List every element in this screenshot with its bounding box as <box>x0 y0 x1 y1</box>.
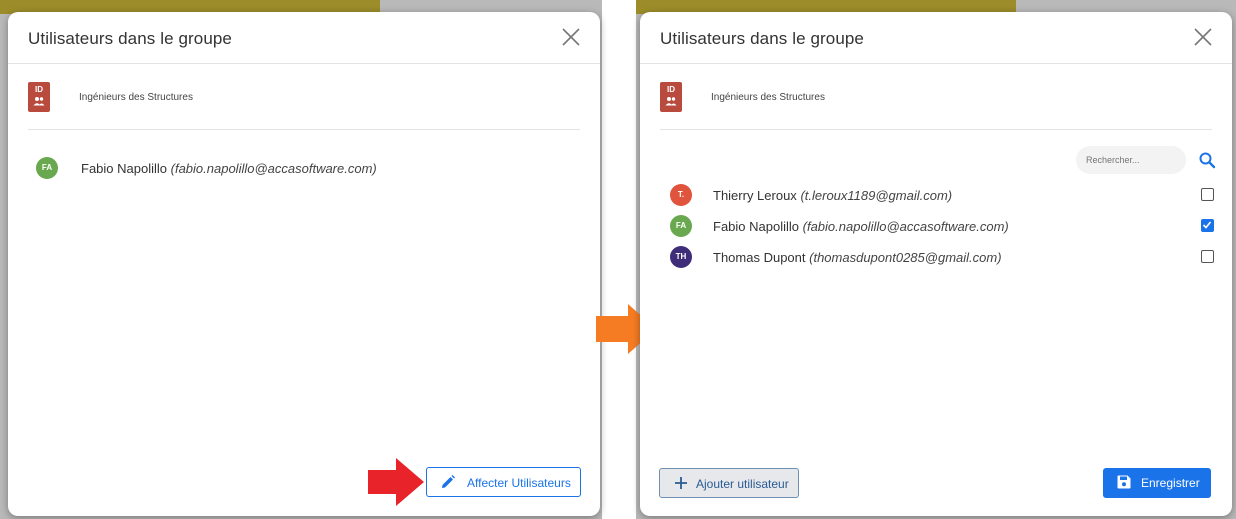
user-name: Fabio Napolillo <box>713 219 799 234</box>
user-checkbox[interactable] <box>1201 188 1214 201</box>
group-badge: ID <box>660 82 682 112</box>
user-name: Fabio Napolillo <box>81 161 167 176</box>
user-label: Thomas Dupont (thomasdupont0285@gmail.co… <box>713 250 1002 265</box>
group-info: ID Ingénieurs des Structures <box>28 82 580 130</box>
search-input[interactable] <box>1076 146 1186 174</box>
user-checkbox[interactable] <box>1201 219 1214 232</box>
users-in-group-dialog-edit: Utilisateurs dans le groupe ID Ingénieur… <box>640 12 1232 516</box>
user-checkbox[interactable] <box>1201 250 1214 263</box>
dialog-header: Utilisateurs dans le groupe <box>8 12 600 64</box>
search-icon <box>1199 152 1216 169</box>
checkmark-icon <box>1202 221 1212 229</box>
user-label: Thierry Leroux (t.leroux1189@gmail.com) <box>713 188 952 203</box>
assign-users-button[interactable]: Affecter Utilisateurs <box>426 467 581 497</box>
people-icon <box>665 97 677 106</box>
avatar: FA <box>36 157 58 179</box>
floppy-disk-icon <box>1117 475 1131 489</box>
dialog-title: Utilisateurs dans le groupe <box>28 29 232 48</box>
dialog-title: Utilisateurs dans le groupe <box>660 29 864 48</box>
group-info: ID Ingénieurs des Structures <box>660 82 1212 130</box>
dialog-header: Utilisateurs dans le groupe <box>640 12 1232 64</box>
add-user-label: Ajouter utilisateur <box>696 477 789 491</box>
group-name: Ingénieurs des Structures <box>711 92 825 103</box>
close-button[interactable] <box>560 26 582 48</box>
group-badge: ID <box>28 82 50 112</box>
save-button[interactable]: Enregistrer <box>1103 468 1211 498</box>
user-email: (fabio.napolillo@accasoftware.com) <box>170 161 377 176</box>
avatar: TH <box>670 246 692 268</box>
user-name: Thomas Dupont <box>713 250 806 265</box>
close-button[interactable] <box>1192 26 1214 48</box>
pencil-icon <box>442 475 455 488</box>
red-arrow-icon <box>368 458 424 506</box>
user-email: (thomasdupont0285@gmail.com) <box>809 250 1002 265</box>
user-label: Fabio Napolillo (fabio.napolillo@accasof… <box>713 219 1009 234</box>
user-email: (t.leroux1189@gmail.com) <box>800 188 953 203</box>
group-badge-label: ID <box>35 85 43 94</box>
search-box <box>1076 146 1216 174</box>
user-row: FA Fabio Napolillo (fabio.napolillo@acca… <box>670 215 1214 241</box>
save-label: Enregistrer <box>1141 476 1200 490</box>
user-name: Thierry Leroux <box>713 188 797 203</box>
user-row: T. Thierry Leroux (t.leroux1189@gmail.co… <box>670 184 1214 210</box>
close-icon <box>1194 28 1212 46</box>
avatar: T. <box>670 184 692 206</box>
plus-icon <box>675 477 687 489</box>
group-badge-label: ID <box>667 85 675 94</box>
assign-users-label: Affecter Utilisateurs <box>467 476 571 490</box>
close-icon <box>562 28 580 46</box>
people-icon <box>33 97 45 106</box>
user-row: TH Thomas Dupont (thomasdupont0285@gmail… <box>670 246 1214 272</box>
user-label: Fabio Napolillo (fabio.napolillo@accasof… <box>81 161 377 176</box>
screenshot-stage: Utilisateurs dans le groupe ID Ingénieur… <box>0 0 1236 519</box>
search-button[interactable] <box>1198 151 1216 169</box>
add-user-button[interactable]: Ajouter utilisateur <box>659 468 799 498</box>
user-email: (fabio.napolillo@accasoftware.com) <box>802 219 1009 234</box>
group-name: Ingénieurs des Structures <box>79 92 193 103</box>
users-in-group-dialog: Utilisateurs dans le groupe ID Ingénieur… <box>8 12 600 516</box>
avatar: FA <box>670 215 692 237</box>
user-row: FA Fabio Napolillo (fabio.napolillo@acca… <box>36 157 572 183</box>
